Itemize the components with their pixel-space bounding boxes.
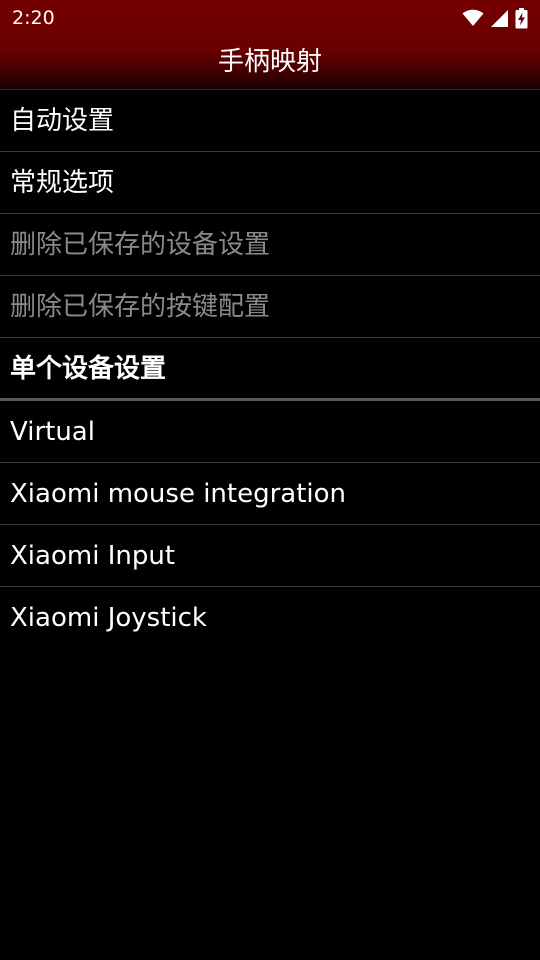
- delete-saved-device-settings-label: 删除已保存的设备设置: [10, 230, 271, 260]
- status-time: 2:20: [12, 7, 55, 29]
- top-area: 2:20 手柄映射: [0, 0, 540, 89]
- section-header-label: 单个设备设置: [10, 354, 167, 384]
- device-item-xiaomi-input[interactable]: Xiaomi Input: [0, 524, 540, 586]
- wifi-icon: [462, 9, 484, 27]
- delete-saved-key-config-item: 删除已保存的按键配置: [0, 275, 540, 337]
- settings-list: 自动设置 常规选项 删除已保存的设备设置 删除已保存的按键配置 单个设备设置 V…: [0, 89, 540, 648]
- app-bar: 手柄映射: [0, 36, 540, 89]
- screen: 2:20 手柄映射 自动设置 常规选项 删除已保存的设备设置 删除已保存的按键配…: [0, 0, 540, 960]
- device-item-virtual[interactable]: Virtual: [0, 401, 540, 462]
- delete-saved-key-config-label: 删除已保存的按键配置: [10, 292, 271, 322]
- general-options-item[interactable]: 常规选项: [0, 151, 540, 213]
- auto-settings-label: 自动设置: [10, 106, 115, 136]
- device-label: Virtual: [10, 417, 95, 447]
- battery-charging-icon: [515, 7, 528, 29]
- section-header-per-device: 单个设备设置: [0, 337, 540, 401]
- device-item-xiaomi-mouse-integration[interactable]: Xiaomi mouse integration: [0, 462, 540, 524]
- status-icons: [462, 6, 528, 30]
- auto-settings-item[interactable]: 自动设置: [0, 89, 540, 151]
- app-title: 手柄映射: [217, 47, 322, 77]
- delete-saved-device-settings-item: 删除已保存的设备设置: [0, 213, 540, 275]
- status-bar: 2:20: [0, 0, 540, 36]
- device-label: Xiaomi Input: [10, 541, 176, 571]
- device-item-xiaomi-joystick[interactable]: Xiaomi Joystick: [0, 586, 540, 648]
- cellular-signal-icon: [490, 9, 509, 28]
- device-label: Xiaomi mouse integration: [10, 479, 347, 509]
- general-options-label: 常规选项: [10, 168, 115, 198]
- device-label: Xiaomi Joystick: [10, 603, 207, 633]
